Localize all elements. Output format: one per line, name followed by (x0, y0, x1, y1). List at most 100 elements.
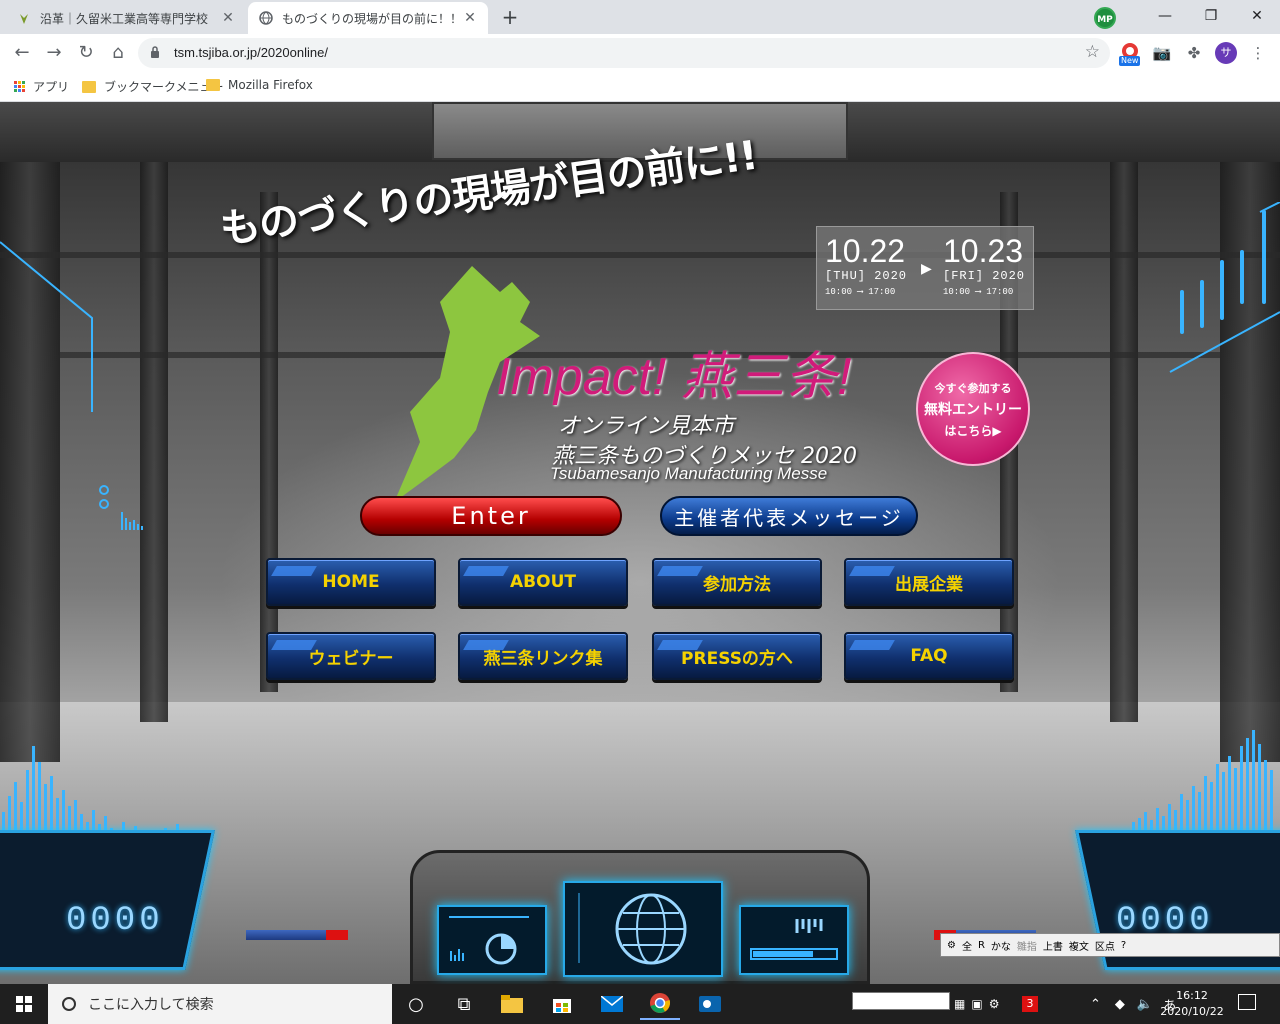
dropbox-icon[interactable]: ◆ (1115, 997, 1125, 1012)
nav-webinar-button[interactable]: ウェビナー (266, 632, 436, 680)
free-entry-button[interactable]: 今すぐ参加する 無料エントリー はこちら▶ (916, 352, 1030, 466)
store-icon[interactable] (542, 988, 582, 1020)
tab-kurume[interactable]: 沿革｜久留米工業高等専門学校 ✕ (6, 2, 246, 34)
browser-toolbar: ← → ↻ ⌂ tsm.tsjiba.or.jp/2020online/ ☆ (0, 34, 1280, 72)
close-tab-icon[interactable]: ✕ (220, 10, 236, 26)
start-date: 10.22 (825, 233, 906, 269)
nav-links-button[interactable]: 燕三条リンク集 (458, 632, 628, 680)
nav-press-button[interactable]: PRESSの方へ (652, 632, 822, 680)
address-bar[interactable]: tsm.tsjiba.or.jp/2020online/ ☆ (138, 38, 1110, 68)
nav-about-button[interactable]: ABOUT (458, 558, 628, 606)
ime-dictionary-icon[interactable]: ▣ (971, 997, 982, 1011)
nav-home-button[interactable]: HOME (266, 558, 436, 606)
forward-icon[interactable]: → (42, 41, 66, 65)
profile-mp-avatar[interactable]: MP (1094, 7, 1116, 29)
event-date-box: 10.22 [THU] 2020 10:00 ⟶ 17:00 ▶ 10.23 [… (816, 226, 1034, 310)
start-time: 10:00 ⟶ 17:00 (825, 287, 896, 297)
task-view-icon[interactable]: ⧉ (444, 988, 484, 1020)
apps-grid-icon (14, 81, 25, 92)
ime-item[interactable]: 区点 (1095, 938, 1115, 953)
logo-title: Impact! 燕三条! (496, 348, 852, 406)
ime-item[interactable]: 全 (962, 938, 972, 953)
file-explorer-icon[interactable] (492, 988, 532, 1020)
menu-dots-icon[interactable]: ⋮ (1247, 42, 1269, 64)
lever-left-red (326, 930, 348, 940)
ime-help-icon[interactable]: ? (1121, 940, 1126, 951)
ime-item[interactable]: 雛指 (1017, 938, 1037, 953)
clock-time: 16:12 (1176, 989, 1208, 1002)
ime-toolbar-input[interactable] (852, 992, 950, 1010)
pie-chart-icon (449, 916, 529, 965)
puzzle-extensions-icon[interactable]: ✤ (1183, 42, 1205, 64)
home-icon[interactable]: ⌂ (106, 41, 130, 65)
taskbar-search-box[interactable]: ここに入力して検索 (48, 984, 392, 1024)
windows-taskbar: ここに入力して検索 ○ ⧉ ▦ ▣ ⚙ 3 ⌃ ◆ 🔈 あ 16:12 2020… (0, 984, 1280, 1024)
ime-pad-icon[interactable]: ▦ (954, 997, 965, 1011)
profile-avatar[interactable]: サ (1215, 42, 1237, 64)
entry-line3: はこちら▶ (944, 423, 1002, 438)
window-close-icon[interactable]: ✕ (1234, 0, 1280, 34)
ime-item[interactable]: 上書 (1043, 938, 1063, 953)
ime-settings-icon[interactable]: ⚙ (989, 997, 1000, 1011)
bookmark-apps[interactable]: アプリ (14, 78, 69, 95)
hud-left-digits: 0000 (66, 902, 164, 940)
end-day: [FRI] 2020 (943, 269, 1026, 283)
globe-icon (578, 893, 687, 965)
subtitle-english: Tsubamesanjo Manufacturing Messe (550, 464, 828, 483)
tab-strip: 沿革｜久留米工業高等専門学校 ✕ ものづくりの現場が目の前に！！ | 燕 ✕ +… (0, 0, 1280, 34)
close-tab-icon[interactable]: ✕ (462, 10, 478, 26)
ime-tools-icon[interactable]: ⚙ (947, 940, 956, 951)
volume-icon[interactable]: 🔈 (1137, 997, 1153, 1012)
back-icon[interactable]: ← (10, 41, 34, 65)
bookmark-label: Mozilla Firefox (228, 78, 313, 92)
bookmark-menu-folder[interactable]: ブックマークメニュー (82, 78, 224, 95)
subtitle-online-fair: オンライン見本市 (558, 414, 735, 439)
pie-chart-screen (437, 905, 547, 975)
bookmark-star-icon[interactable]: ☆ (1085, 42, 1100, 62)
reload-icon[interactable]: ↻ (74, 41, 98, 65)
ime-tray-icons[interactable]: ▦ ▣ ⚙ (954, 984, 999, 1024)
start-day: [THU] 2020 (825, 269, 908, 283)
entry-line1: 今すぐ参加する (934, 381, 1012, 395)
ime-language-bar[interactable]: ⚙ 全 R かな 雛指 上書 複文 区点 ? (940, 933, 1280, 957)
tab-messe[interactable]: ものづくりの現場が目の前に！！ | 燕 ✕ (248, 2, 488, 34)
tools-hud-icon (1169, 202, 1280, 373)
mail-icon[interactable] (592, 988, 632, 1020)
bookmarks-bar: アプリ ブックマークメニュー Mozilla Firefox (0, 72, 1280, 102)
nav-exhibitors-button[interactable]: 出展企業 (844, 558, 1014, 606)
end-date: 10.23 (943, 233, 1024, 269)
outlook-icon[interactable] (690, 988, 730, 1020)
lever-left (246, 930, 326, 940)
entry-line2: 無料エントリー (924, 401, 1022, 418)
taskbar-clock[interactable]: 16:12 2020/10/22 (1160, 988, 1224, 1020)
folder-icon (206, 79, 220, 91)
play-arrow-icon: ▶ (921, 261, 932, 277)
kurume-favicon-icon (16, 10, 32, 26)
url-text: tsm.tsjiba.or.jp/2020online/ (174, 45, 328, 60)
action-center-icon[interactable] (1238, 994, 1256, 1010)
chevron-up-icon[interactable]: ⌃ (1090, 997, 1101, 1012)
end-time: 10:00 ⟶ 17:00 (943, 287, 1014, 297)
organizer-message-button[interactable]: 主催者代表メッセージ (660, 496, 918, 536)
globe-favicon-icon (258, 10, 274, 26)
signal-bars-icon (750, 919, 838, 960)
chrome-taskbar-icon[interactable] (640, 988, 680, 1020)
tab-title: 沿革｜久留米工業高等専門学校 (40, 11, 209, 26)
start-button[interactable] (0, 984, 48, 1024)
enter-button[interactable]: Enter (360, 496, 622, 536)
camera-icon[interactable]: 📷 (1151, 42, 1173, 64)
ime-item[interactable]: R (978, 940, 985, 951)
notification-count: 3 (1022, 996, 1038, 1012)
cortana-icon[interactable]: ○ (396, 988, 436, 1020)
search-placeholder: ここに入力して検索 (88, 997, 214, 1013)
minimize-icon[interactable]: — (1142, 0, 1188, 34)
maximize-icon[interactable]: ❐ (1188, 0, 1234, 34)
notification-app-icon[interactable]: 3 (1022, 984, 1038, 1024)
nav-participation-button[interactable]: 参加方法 (652, 558, 822, 606)
ime-item[interactable]: 複文 (1069, 938, 1089, 953)
ime-item[interactable]: かな (991, 938, 1011, 953)
new-tab-button[interactable]: + (498, 6, 522, 30)
bookmark-firefox-folder[interactable]: Mozilla Firefox (206, 78, 313, 92)
folder-icon (82, 80, 96, 93)
nav-faq-button[interactable]: FAQ (844, 632, 1014, 680)
